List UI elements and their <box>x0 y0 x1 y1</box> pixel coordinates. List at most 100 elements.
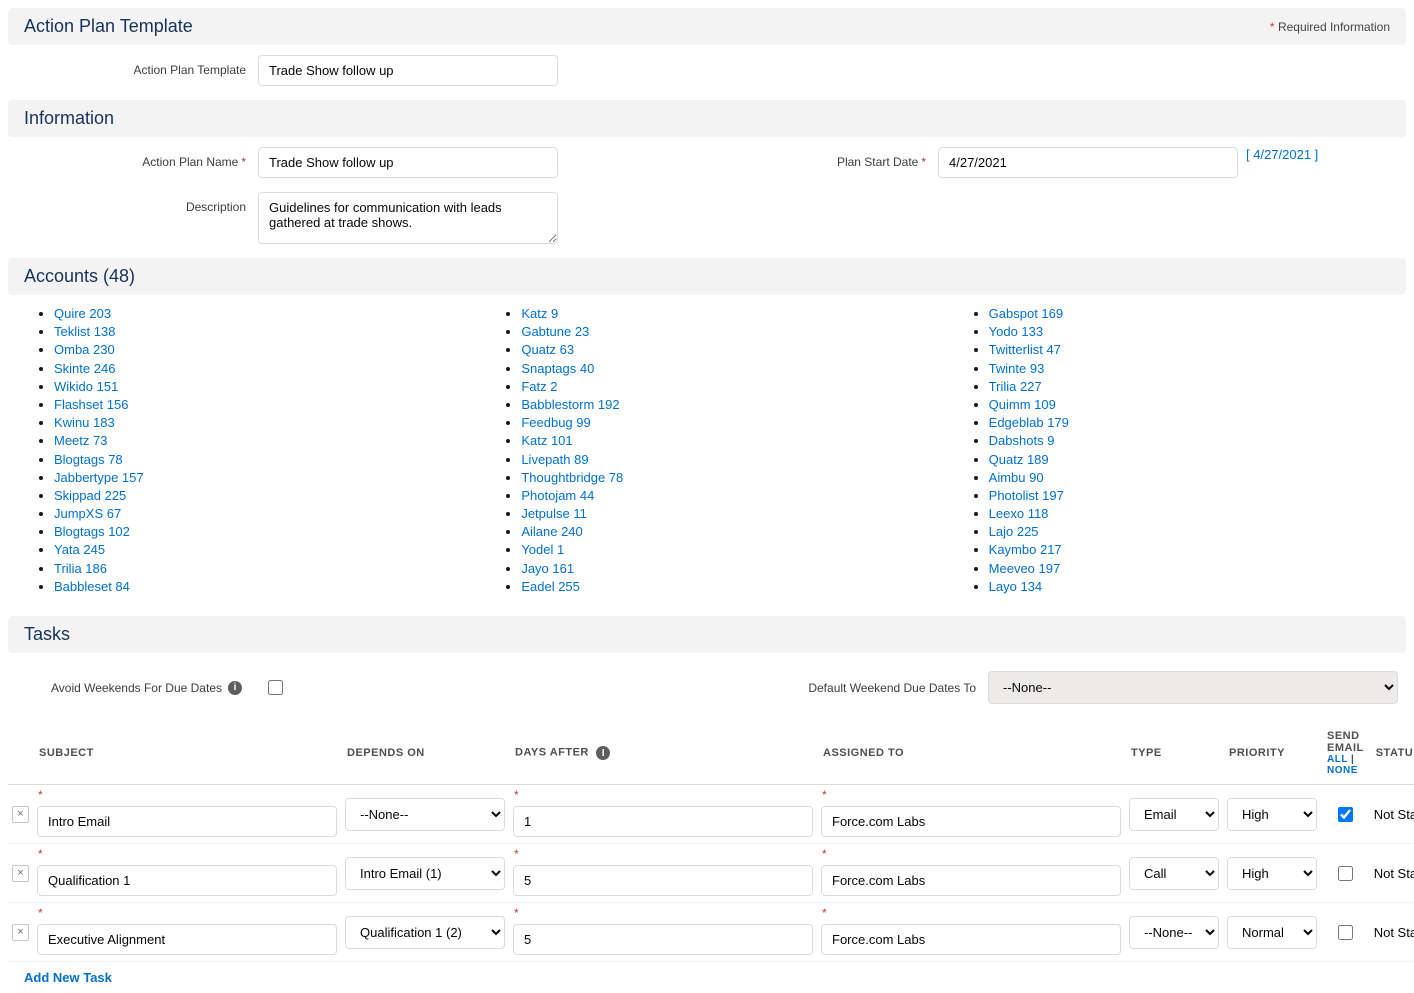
account-link[interactable]: JumpXS 67 <box>54 506 121 521</box>
task-sendemail-checkbox[interactable] <box>1338 807 1353 822</box>
section-title-tasks: Tasks <box>24 624 70 645</box>
task-days-input[interactable] <box>513 924 813 955</box>
account-link[interactable]: Livepath 89 <box>521 452 588 467</box>
sendemail-none-link[interactable]: NONE <box>1327 765 1358 776</box>
account-link[interactable]: Aimbu 90 <box>989 470 1044 485</box>
task-type-select[interactable]: Email <box>1129 798 1219 831</box>
section-title-information: Information <box>24 108 114 129</box>
account-link[interactable]: Gabspot 169 <box>989 306 1063 321</box>
account-link[interactable]: Quire 203 <box>54 306 111 321</box>
account-link[interactable]: Trilia 227 <box>989 379 1042 394</box>
default-weekend-select[interactable]: --None-- <box>988 671 1398 704</box>
label-description: Description <box>8 192 258 214</box>
account-link[interactable]: Skinte 246 <box>54 361 115 376</box>
accounts-list: Quire 203 Teklist 138 Omba 230 Skinte 246 Wi… <box>8 305 1406 616</box>
task-subject-input[interactable] <box>37 806 337 837</box>
account-link[interactable]: Leexo 118 <box>989 506 1049 521</box>
label-default-weekend: Default Weekend Due Dates To <box>707 681 988 695</box>
account-link[interactable]: Yodel 1 <box>521 542 564 557</box>
account-link[interactable]: Teklist 138 <box>54 324 115 339</box>
account-link[interactable]: Babbleset 84 <box>54 579 130 594</box>
account-link[interactable]: Twitterlist 47 <box>989 342 1061 357</box>
info-icon[interactable]: i <box>596 746 610 760</box>
remove-task-button[interactable]: × <box>12 924 29 941</box>
account-link[interactable]: Yodo 133 <box>989 324 1043 339</box>
action-plan-template-input[interactable] <box>258 55 558 86</box>
account-link[interactable]: Blogtags 78 <box>54 452 123 467</box>
account-link[interactable]: Quatz 63 <box>521 342 574 357</box>
account-link[interactable]: Omba 230 <box>54 342 115 357</box>
label-action-plan-name: Action Plan Name* <box>8 147 258 169</box>
account-link[interactable]: Quatz 189 <box>989 452 1049 467</box>
th-type: TYPE <box>1125 722 1223 785</box>
account-link[interactable]: Thoughtbridge 78 <box>521 470 623 485</box>
sendemail-all-link[interactable]: ALL <box>1327 754 1348 765</box>
account-link[interactable]: Eadel 255 <box>521 579 580 594</box>
account-link[interactable]: Trilia 186 <box>54 561 107 576</box>
account-link[interactable]: Kwinu 183 <box>54 415 115 430</box>
account-link[interactable]: Flashset 156 <box>54 397 128 412</box>
avoid-weekends-checkbox[interactable] <box>268 680 283 695</box>
task-depends-select[interactable]: Intro Email (1) <box>345 857 505 890</box>
account-link[interactable]: Blogtags 102 <box>54 524 130 539</box>
account-link[interactable]: Kaymbo 217 <box>989 542 1062 557</box>
plan-start-date-link[interactable]: [ 4/27/2021 ] <box>1246 147 1318 162</box>
account-link[interactable]: Katz 9 <box>521 306 558 321</box>
account-link[interactable]: Fatz 2 <box>521 379 557 394</box>
account-link[interactable]: Lajo 225 <box>989 524 1039 539</box>
task-type-select[interactable]: --None-- <box>1129 916 1219 949</box>
account-link[interactable]: Meeveo 197 <box>989 561 1061 576</box>
account-link[interactable]: Jetpulse 11 <box>521 506 587 521</box>
account-link[interactable]: Dabshots 9 <box>989 433 1055 448</box>
action-plan-name-input[interactable] <box>258 147 558 178</box>
description-input[interactable]: Guidelines for communication with leads … <box>258 192 558 244</box>
task-priority-select[interactable]: High <box>1227 857 1317 890</box>
account-link[interactable]: Twinte 93 <box>989 361 1045 376</box>
task-row: × * Qualification 1 (2) * * --None-- Nor… <box>8 903 1414 962</box>
account-link[interactable]: Meetz 73 <box>54 433 107 448</box>
task-priority-select[interactable]: Normal <box>1227 916 1317 949</box>
task-priority-select[interactable]: High <box>1227 798 1317 831</box>
account-link[interactable]: Jabbertype 157 <box>54 470 144 485</box>
th-sendemail: SEND EMAIL ALL | NONE <box>1321 722 1370 785</box>
section-title-template: Action Plan Template <box>24 16 193 37</box>
task-depends-select[interactable]: --None-- <box>345 798 505 831</box>
task-depends-select[interactable]: Qualification 1 (2) <box>345 916 505 949</box>
account-link[interactable]: Skippad 225 <box>54 488 126 503</box>
th-status: STATUS <box>1370 722 1414 785</box>
task-type-select[interactable]: Call <box>1129 857 1219 890</box>
task-days-input[interactable] <box>513 806 813 837</box>
task-days-input[interactable] <box>513 865 813 896</box>
account-link[interactable]: Edgeblab 179 <box>989 415 1069 430</box>
account-link[interactable]: Photojam 44 <box>521 488 594 503</box>
task-assigned-input[interactable] <box>821 865 1121 896</box>
account-link[interactable]: Jayo 161 <box>521 561 574 576</box>
info-icon[interactable]: i <box>228 681 242 695</box>
add-new-task-link[interactable]: Add New Task <box>24 970 1406 985</box>
account-link[interactable]: Babblestorm 192 <box>521 397 619 412</box>
remove-task-button[interactable]: × <box>12 865 29 882</box>
plan-start-date-input[interactable] <box>938 147 1238 178</box>
account-link[interactable]: Wikido 151 <box>54 379 118 394</box>
account-link[interactable]: Photolist 197 <box>989 488 1064 503</box>
required-info-note: * Required Information <box>1270 20 1390 34</box>
th-assigned: ASSIGNED TO <box>817 722 1125 785</box>
account-link[interactable]: Ailane 240 <box>521 524 582 539</box>
account-link[interactable]: Yata 245 <box>54 542 105 557</box>
account-link[interactable]: Gabtune 23 <box>521 324 589 339</box>
task-subject-input[interactable] <box>37 865 337 896</box>
task-subject-input[interactable] <box>37 924 337 955</box>
task-sendemail-checkbox[interactable] <box>1338 866 1353 881</box>
task-sendemail-checkbox[interactable] <box>1338 925 1353 940</box>
remove-task-button[interactable]: × <box>12 806 29 823</box>
task-status-text: Not Started <box>1374 866 1414 881</box>
task-assigned-input[interactable] <box>821 806 1121 837</box>
task-assigned-input[interactable] <box>821 924 1121 955</box>
account-link[interactable]: Snaptags 40 <box>521 361 594 376</box>
account-link[interactable]: Katz 101 <box>521 433 572 448</box>
th-subject: SUBJECT <box>33 722 341 785</box>
account-link[interactable]: Layo 134 <box>989 579 1043 594</box>
account-link[interactable]: Quimm 109 <box>989 397 1056 412</box>
account-link[interactable]: Feedbug 99 <box>521 415 590 430</box>
task-row: × * Intro Email (1) * * Call High Not St… <box>8 844 1414 903</box>
